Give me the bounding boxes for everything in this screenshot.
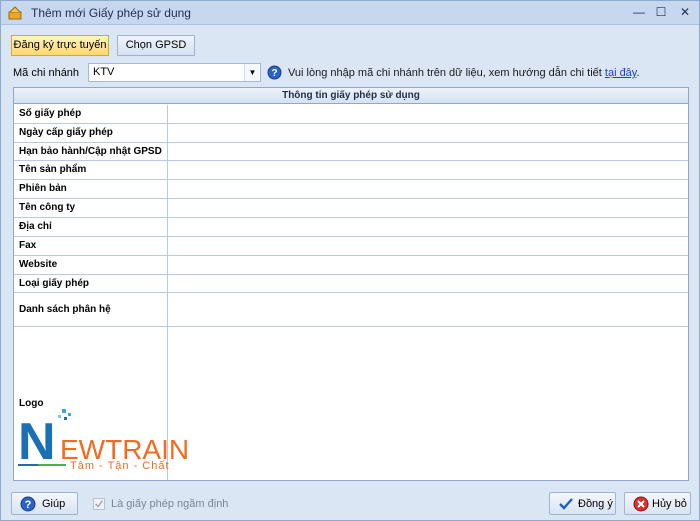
table-row: Phiên bản <box>14 180 688 199</box>
branch-code-value: KTV <box>93 66 115 78</box>
dialog-window: Thêm mới Giấy phép sử dụng — ☐ ✕ Đăng ký… <box>0 0 700 521</box>
table-row: Hạn bảo hành/Cập nhật GPSD <box>14 143 688 161</box>
minimize-button[interactable]: — <box>629 3 649 21</box>
logo-tagline: Tâm - Tận - Chất <box>70 460 170 472</box>
row-value[interactable] <box>169 218 688 236</box>
row-value[interactable] <box>169 180 688 198</box>
row-label: Hạn bảo hành/Cập nhật GPSD <box>14 143 168 160</box>
logo-row: Logo N EWTRAIN Tâm - Tận - Chất <box>14 327 688 480</box>
close-button[interactable]: ✕ <box>675 3 695 21</box>
app-icon <box>8 6 22 20</box>
help-button-label: Giúp <box>42 498 66 510</box>
table-row: Tên công ty <box>14 199 688 218</box>
check-icon <box>95 500 103 508</box>
row-value[interactable] <box>169 124 688 142</box>
help-text-suffix: . <box>636 67 640 79</box>
title-bar: Thêm mới Giấy phép sử dụng — ☐ ✕ <box>1 1 699 25</box>
row-value[interactable] <box>169 105 688 123</box>
branch-code-select[interactable]: KTV ▼ <box>88 63 261 82</box>
default-license-checkbox[interactable] <box>93 498 105 510</box>
default-license-label: Là giấy phép ngầm định <box>111 498 229 510</box>
row-label: Fax <box>14 237 168 255</box>
row-value[interactable] <box>169 256 688 274</box>
logo-brand-initial: N <box>18 413 56 471</box>
table-row: Ngày cấp giấy phép <box>14 124 688 143</box>
row-value[interactable] <box>169 143 688 160</box>
help-button[interactable]: ? Giúp <box>11 492 78 515</box>
table-row: Số giấy phép <box>14 105 688 124</box>
grid-header: Thông tin giấy phép sử dụng <box>14 88 688 104</box>
tab-online-registration[interactable]: Đăng ký trực tuyến <box>11 35 109 56</box>
help-icon: ? <box>267 65 282 80</box>
row-label: Phiên bản <box>14 180 168 198</box>
table-row: Địa chỉ <box>14 218 688 237</box>
help-link[interactable]: tại đây <box>605 67 637 79</box>
checkmark-icon <box>559 498 573 510</box>
table-row: Website <box>14 256 688 275</box>
table-row: Danh sách phân hệ <box>14 293 688 327</box>
table-row: Fax <box>14 237 688 256</box>
row-label: Website <box>14 256 168 274</box>
row-value[interactable] <box>169 161 688 179</box>
svg-text:?: ? <box>25 499 32 511</box>
row-label: Địa chỉ <box>14 218 168 236</box>
cancel-icon <box>633 496 649 512</box>
table-row: Loại giấy phép <box>14 275 688 293</box>
window-title: Thêm mới Giấy phép sử dụng <box>31 6 191 20</box>
help-text-body: Vui lòng nhập mã chi nhánh trên dữ liệu,… <box>288 67 605 79</box>
license-info-grid: Thông tin giấy phép sử dụng Số giấy phép… <box>13 87 689 481</box>
row-label: Số giấy phép <box>14 105 168 123</box>
row-label: Ngày cấp giấy phép <box>14 124 168 142</box>
ok-button[interactable]: Đồng ý <box>549 492 616 515</box>
row-value[interactable] <box>169 293 688 326</box>
ok-button-label: Đồng ý <box>578 498 613 510</box>
svg-text:?: ? <box>271 68 277 79</box>
branch-code-label: Mã chi nhánh <box>13 67 80 79</box>
row-value[interactable] <box>169 275 688 292</box>
table-row: Tên sản phẩm <box>14 161 688 180</box>
row-label: Tên công ty <box>14 199 168 217</box>
chevron-down-icon[interactable]: ▼ <box>244 64 260 81</box>
help-text: Vui lòng nhập mã chi nhánh trên dữ liệu,… <box>288 67 640 79</box>
row-label: Tên sản phẩm <box>14 161 168 179</box>
maximize-button[interactable]: ☐ <box>651 3 671 21</box>
row-value[interactable] <box>169 199 688 217</box>
row-value[interactable] <box>169 237 688 255</box>
row-label: Danh sách phân hệ <box>14 293 168 326</box>
cancel-button[interactable]: Hủy bỏ <box>624 492 691 515</box>
tab-choose-gpsd[interactable]: Chọn GPSD <box>117 35 195 56</box>
newtrain-logo: N EWTRAIN Tâm - Tận - Chất <box>18 409 189 472</box>
row-label: Loại giấy phép <box>14 275 168 292</box>
cancel-button-label: Hủy bỏ <box>652 498 687 510</box>
question-icon: ? <box>20 496 36 512</box>
